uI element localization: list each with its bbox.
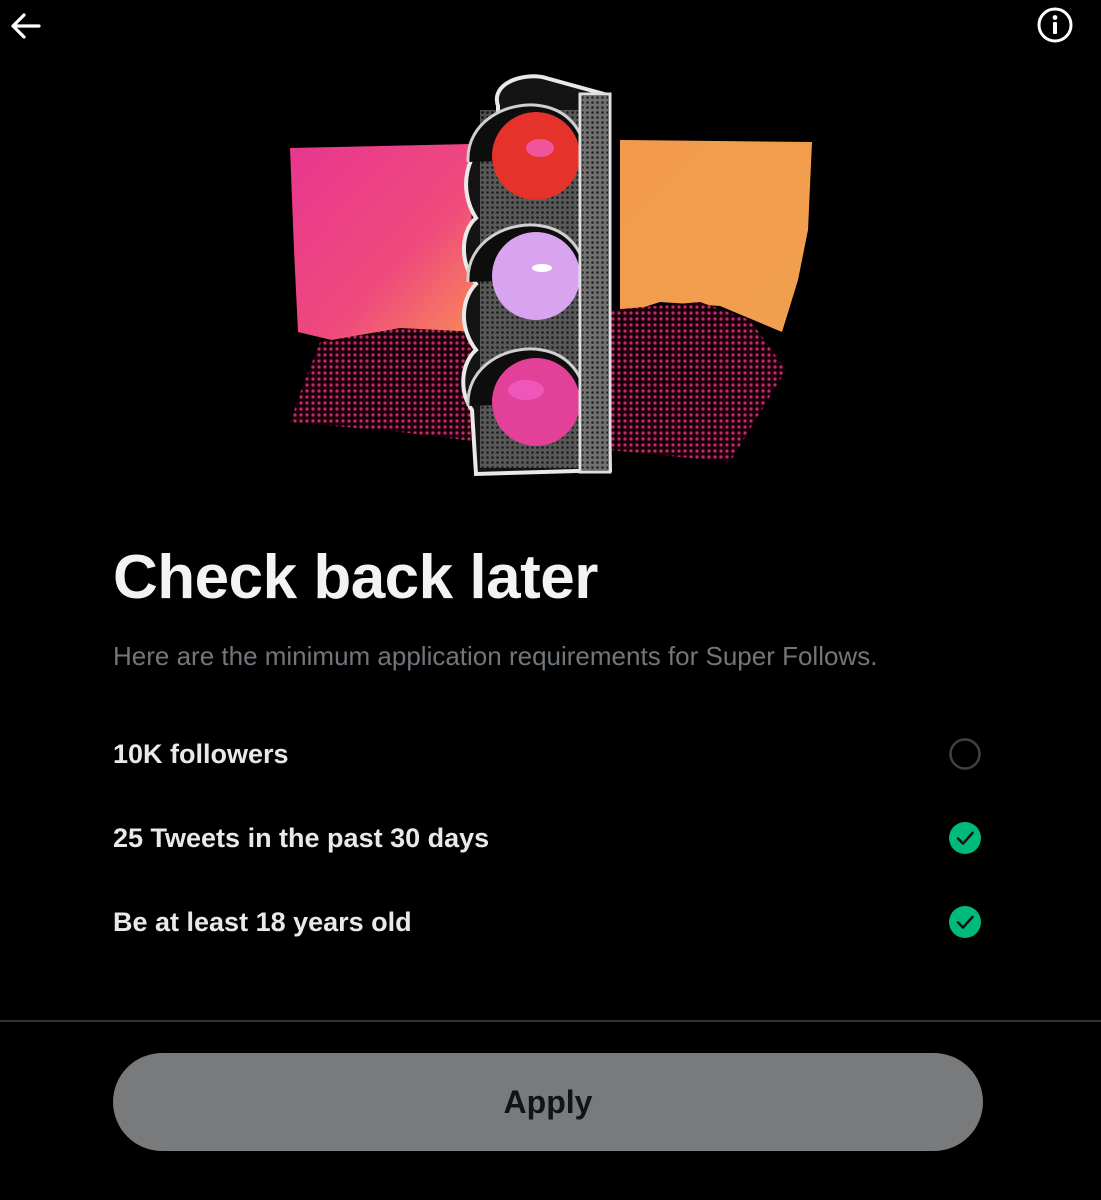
apply-button[interactable]: Apply xyxy=(113,1053,983,1151)
info-circle-icon xyxy=(1037,7,1073,43)
check-circle-icon xyxy=(949,822,981,854)
empty-circle-icon xyxy=(949,738,981,770)
info-button[interactable] xyxy=(1034,4,1076,46)
page-subtitle: Here are the minimum application require… xyxy=(113,641,878,671)
requirement-row: Be at least 18 years old xyxy=(113,880,983,964)
requirements-list: 10K followers 25 Tweets in the past 30 d… xyxy=(113,712,983,964)
requirement-label: Be at least 18 years old xyxy=(113,906,412,937)
check-circle-icon xyxy=(949,906,981,938)
requirement-row: 10K followers xyxy=(113,712,983,796)
page-title: Check back later xyxy=(113,543,598,612)
requirement-label: 25 Tweets in the past 30 days xyxy=(113,822,490,853)
traffic-light-illustration xyxy=(280,70,820,490)
requirement-row: 25 Tweets in the past 30 days xyxy=(113,796,983,880)
top-bar xyxy=(0,0,1101,60)
requirement-label: 10K followers xyxy=(113,738,289,769)
footer-divider xyxy=(0,1020,1101,1022)
arrow-left-icon xyxy=(11,13,41,39)
back-button[interactable] xyxy=(6,6,46,46)
